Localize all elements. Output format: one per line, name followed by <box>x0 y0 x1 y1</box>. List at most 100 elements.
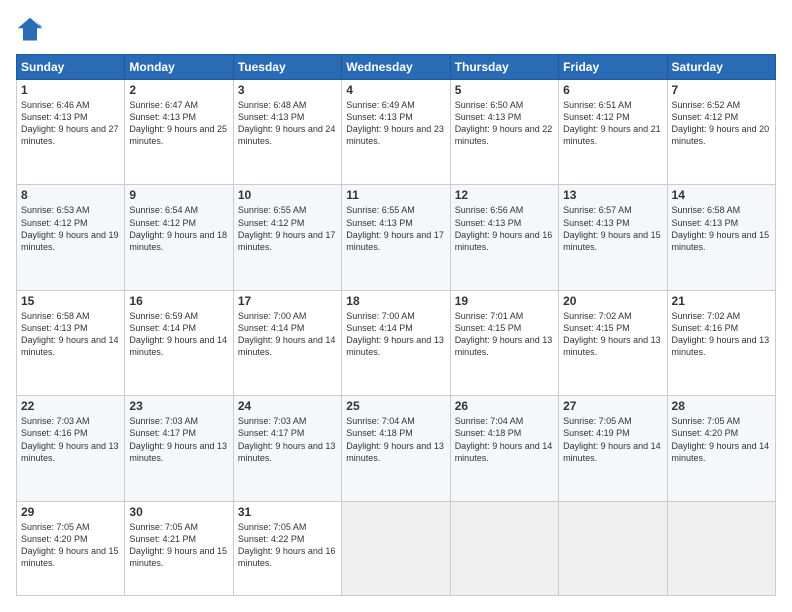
day-number: 27 <box>563 399 662 413</box>
cell-content: Sunrise: 7:01 AMSunset: 4:15 PMDaylight:… <box>455 310 554 359</box>
cell-content: Sunrise: 6:51 AMSunset: 4:12 PMDaylight:… <box>563 99 662 148</box>
table-row <box>559 501 667 595</box>
cell-content: Sunrise: 7:03 AMSunset: 4:17 PMDaylight:… <box>129 415 228 464</box>
table-row: 11 Sunrise: 6:55 AMSunset: 4:13 PMDayligh… <box>342 185 450 290</box>
table-row: 22Sunrise: 7:03 AMSunset: 4:16 PMDayligh… <box>17 396 125 501</box>
cell-content: Sunrise: 6:53 AMSunset: 4:12 PMDaylight:… <box>21 204 120 253</box>
table-row: 25Sunrise: 7:04 AMSunset: 4:18 PMDayligh… <box>342 396 450 501</box>
table-row: 21Sunrise: 7:02 AMSunset: 4:16 PMDayligh… <box>667 290 775 395</box>
day-number: 1 <box>21 83 120 97</box>
day-number: 14 <box>672 188 771 202</box>
col-tuesday: Tuesday <box>233 55 341 80</box>
cell-content: Sunrise: 6:59 AMSunset: 4:14 PMDaylight:… <box>129 310 228 359</box>
cell-content: Sunrise: 6:56 AMSunset: 4:13 PMDaylight:… <box>455 204 554 253</box>
table-row: 7Sunrise: 6:52 AMSunset: 4:12 PMDaylight… <box>667 80 775 185</box>
day-number: 22 <box>21 399 120 413</box>
day-number: 11 <box>346 188 445 202</box>
table-row: 1Sunrise: 6:46 AMSunset: 4:13 PMDaylight… <box>17 80 125 185</box>
day-number: 30 <box>129 505 228 519</box>
logo <box>16 16 48 44</box>
cell-content: Sunrise: 6:54 AMSunset: 4:12 PMDaylight:… <box>129 204 228 253</box>
table-row: 20 Sunrise: 7:02 AMSunset: 4:15 PMDayligh… <box>559 290 667 395</box>
day-number: 3 <box>238 83 337 97</box>
table-row: 5 Sunrise: 6:50 AMSunset: 4:13 PMDaylight… <box>450 80 558 185</box>
header <box>16 16 776 44</box>
cell-content: Sunrise: 6:49 AMSunset: 4:13 PMDaylight:… <box>346 99 445 148</box>
day-number: 28 <box>672 399 771 413</box>
day-number: 6 <box>563 83 662 97</box>
col-thursday: Thursday <box>450 55 558 80</box>
day-number: 16 <box>129 294 228 308</box>
cell-content: Sunrise: 7:05 AMSunset: 4:22 PMDaylight:… <box>238 521 337 570</box>
day-number: 12 <box>455 188 554 202</box>
day-number: 2 <box>129 83 228 97</box>
cell-content: Sunrise: 7:04 AMSunset: 4:18 PMDaylight:… <box>346 415 445 464</box>
cell-content: Sunrise: 7:00 AMSunset: 4:14 PMDaylight:… <box>238 310 337 359</box>
cell-content: Sunrise: 6:55 AMSunset: 4:13 PMDaylight:… <box>346 204 445 253</box>
day-number: 31 <box>238 505 337 519</box>
cell-content: Sunrise: 6:50 AMSunset: 4:13 PMDaylight:… <box>455 99 554 148</box>
table-row: 3 Sunrise: 6:48 AMSunset: 4:13 PMDaylight… <box>233 80 341 185</box>
cell-content: Sunrise: 6:52 AMSunset: 4:12 PMDaylight:… <box>672 99 771 148</box>
day-number: 4 <box>346 83 445 97</box>
cell-content: Sunrise: 6:58 AMSunset: 4:13 PMDaylight:… <box>672 204 771 253</box>
table-row: 23 Sunrise: 7:03 AMSunset: 4:17 PMDayligh… <box>125 396 233 501</box>
cell-content: Sunrise: 6:57 AMSunset: 4:13 PMDaylight:… <box>563 204 662 253</box>
table-row: 14 Sunrise: 6:58 AMSunset: 4:13 PMDayligh… <box>667 185 775 290</box>
calendar-week-row: 22Sunrise: 7:03 AMSunset: 4:16 PMDayligh… <box>17 396 776 501</box>
table-row: 17 Sunrise: 7:00 AMSunset: 4:14 PMDayligh… <box>233 290 341 395</box>
day-number: 18 <box>346 294 445 308</box>
table-row: 18 Sunrise: 7:00 AMSunset: 4:14 PMDayligh… <box>342 290 450 395</box>
cell-content: Sunrise: 7:03 AMSunset: 4:17 PMDaylight:… <box>238 415 337 464</box>
calendar-header-row: Sunday Monday Tuesday Wednesday Thursday… <box>17 55 776 80</box>
cell-content: Sunrise: 7:05 AMSunset: 4:21 PMDaylight:… <box>129 521 228 570</box>
calendar-week-row: 1Sunrise: 6:46 AMSunset: 4:13 PMDaylight… <box>17 80 776 185</box>
cell-content: Sunrise: 7:02 AMSunset: 4:16 PMDaylight:… <box>672 310 771 359</box>
calendar-week-row: 29 Sunrise: 7:05 AMSunset: 4:20 PMDayligh… <box>17 501 776 595</box>
cell-content: Sunrise: 6:55 AMSunset: 4:12 PMDaylight:… <box>238 204 337 253</box>
cell-content: Sunrise: 7:02 AMSunset: 4:15 PMDaylight:… <box>563 310 662 359</box>
table-row: 27 Sunrise: 7:05 AMSunset: 4:19 PMDayligh… <box>559 396 667 501</box>
page: Sunday Monday Tuesday Wednesday Thursday… <box>0 0 792 612</box>
col-friday: Friday <box>559 55 667 80</box>
day-number: 26 <box>455 399 554 413</box>
table-row: 12 Sunrise: 6:56 AMSunset: 4:13 PMDayligh… <box>450 185 558 290</box>
cell-content: Sunrise: 7:00 AMSunset: 4:14 PMDaylight:… <box>346 310 445 359</box>
table-row: 19 Sunrise: 7:01 AMSunset: 4:15 PMDayligh… <box>450 290 558 395</box>
day-number: 17 <box>238 294 337 308</box>
cell-content: Sunrise: 7:05 AMSunset: 4:20 PMDaylight:… <box>21 521 120 570</box>
day-number: 29 <box>21 505 120 519</box>
cell-content: Sunrise: 6:58 AMSunset: 4:13 PMDaylight:… <box>21 310 120 359</box>
table-row: 24 Sunrise: 7:03 AMSunset: 4:17 PMDayligh… <box>233 396 341 501</box>
col-monday: Monday <box>125 55 233 80</box>
day-number: 10 <box>238 188 337 202</box>
cell-content: Sunrise: 7:05 AMSunset: 4:20 PMDaylight:… <box>672 415 771 464</box>
col-sunday: Sunday <box>17 55 125 80</box>
day-number: 9 <box>129 188 228 202</box>
table-row <box>667 501 775 595</box>
table-row: 31 Sunrise: 7:05 AMSunset: 4:22 PMDayligh… <box>233 501 341 595</box>
calendar-table: Sunday Monday Tuesday Wednesday Thursday… <box>16 54 776 596</box>
day-number: 13 <box>563 188 662 202</box>
table-row <box>450 501 558 595</box>
calendar-week-row: 8 Sunrise: 6:53 AMSunset: 4:12 PMDaylight… <box>17 185 776 290</box>
day-number: 8 <box>21 188 120 202</box>
day-number: 20 <box>563 294 662 308</box>
table-row: 10 Sunrise: 6:55 AMSunset: 4:12 PMDayligh… <box>233 185 341 290</box>
day-number: 19 <box>455 294 554 308</box>
table-row: 30 Sunrise: 7:05 AMSunset: 4:21 PMDayligh… <box>125 501 233 595</box>
day-number: 15 <box>21 294 120 308</box>
table-row: 9 Sunrise: 6:54 AMSunset: 4:12 PMDaylight… <box>125 185 233 290</box>
table-row: 8 Sunrise: 6:53 AMSunset: 4:12 PMDaylight… <box>17 185 125 290</box>
cell-content: Sunrise: 6:48 AMSunset: 4:13 PMDaylight:… <box>238 99 337 148</box>
table-row: 28 Sunrise: 7:05 AMSunset: 4:20 PMDayligh… <box>667 396 775 501</box>
cell-content: Sunrise: 7:05 AMSunset: 4:19 PMDaylight:… <box>563 415 662 464</box>
table-row: 26 Sunrise: 7:04 AMSunset: 4:18 PMDayligh… <box>450 396 558 501</box>
day-number: 5 <box>455 83 554 97</box>
table-row: 29 Sunrise: 7:05 AMSunset: 4:20 PMDayligh… <box>17 501 125 595</box>
cell-content: Sunrise: 7:04 AMSunset: 4:18 PMDaylight:… <box>455 415 554 464</box>
col-wednesday: Wednesday <box>342 55 450 80</box>
table-row: 2Sunrise: 6:47 AMSunset: 4:13 PMDaylight… <box>125 80 233 185</box>
day-number: 23 <box>129 399 228 413</box>
day-number: 24 <box>238 399 337 413</box>
